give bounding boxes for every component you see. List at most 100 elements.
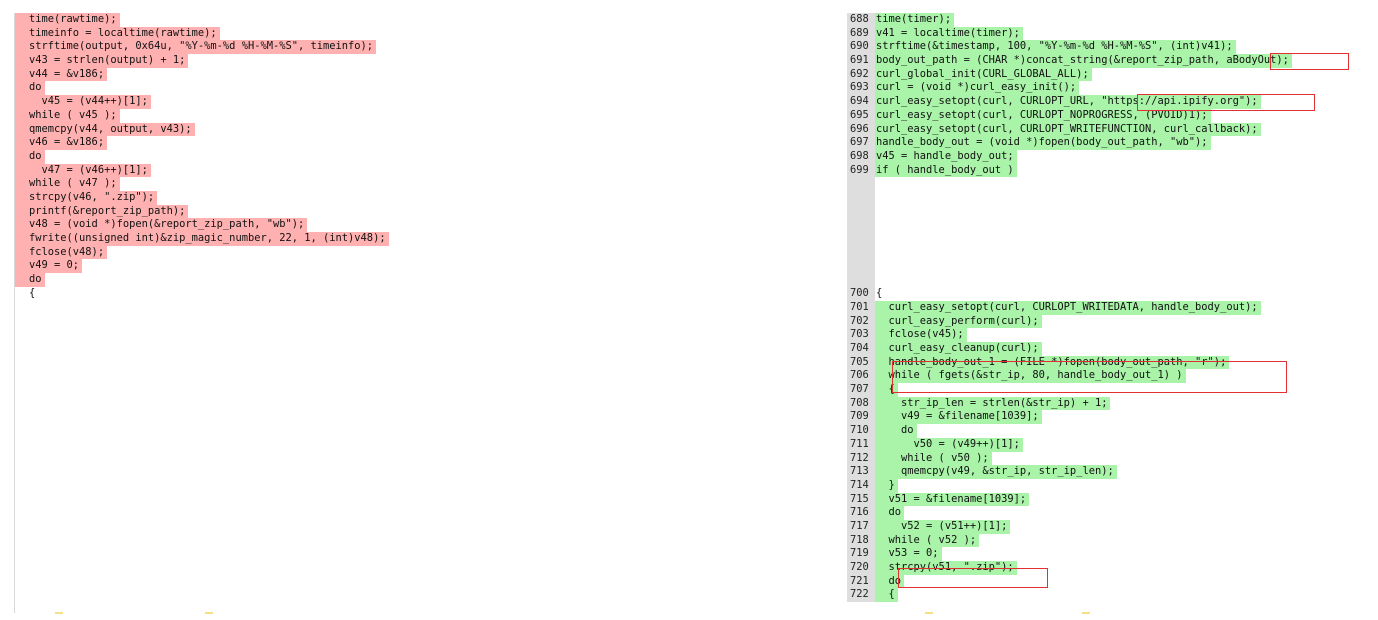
left-diff-pane[interactable]: time(rawtime); timeinfo = localtime(rawti… [14,13,435,613]
code-text: v49 = 0; [15,259,83,274]
line-number: 694 [847,95,875,109]
code-text: do [875,424,917,438]
code-text: curl = (void *)curl_easy_init(); [875,81,1080,96]
code-text: fclose(v45); [875,328,967,343]
code-line: 717 v52 = (v51++)[1]; [847,519,1378,534]
code-text: do [15,81,45,96]
code-text: } [875,478,898,493]
code-line: 689 v41 = localtime(timer); [847,26,1378,41]
line-number: 689 [847,26,875,41]
line-number: 696 [847,122,875,137]
code-text: strftime(&timestamp, 100, "%Y-%m-%d %H-%… [875,40,1236,55]
scroll-marker [1082,612,1090,614]
scroll-marker [925,612,933,614]
code-text: v45 = handle_body_out; [875,149,1017,164]
code-text: str_ip_len = strlen(&str_ip) + 1; [875,396,1111,411]
code-line: 715 v51 = &filename[1039]; [847,492,1378,507]
code-line: fclose(v48); [15,245,435,260]
code-text: curl_easy_setopt(curl, CURLOPT_WRITEFUNC… [875,122,1261,137]
code-text: curl_easy_perform(curl); [875,314,1042,329]
code-line: 709 v49 = &filename[1039]; [847,410,1378,425]
line-number: 700 [847,287,875,301]
line-number: 716 [847,506,875,520]
code-line: 722 { [847,588,1378,603]
code-text: strcpy(v46, ".zip"); [15,190,158,205]
code-line: 703 fclose(v45); [847,328,1378,343]
line-number: 699 [847,163,875,178]
line-number: 714 [847,478,875,493]
line-number: 711 [847,437,875,452]
code-text: body_out_path = (CHAR *)concat_string(&r… [875,54,1292,68]
line-number: 710 [847,424,875,438]
line-number: 720 [847,561,875,575]
code-line: 708 str_ip_len = strlen(&str_ip) + 1; [847,396,1378,411]
line-number: 717 [847,519,875,534]
code-text: v41 = localtime(timer); [875,26,1023,41]
code-text: printf(&report_zip_path); [15,204,189,219]
line-number: 707 [847,383,875,397]
line-number: 718 [847,533,875,548]
code-text: do [15,273,45,287]
code-line: time(rawtime); [15,13,435,27]
code-line: do [15,149,435,164]
line-number: 721 [847,574,875,589]
code-text: v52 = (v51++)[1]; [875,519,1011,534]
code-line: 701 curl_easy_setopt(curl, CURLOPT_WRITE… [847,300,1378,315]
code-line: fwrite((unsigned int)&zip_magic_number, … [15,232,435,246]
code-line: v47 = (v46++)[1]; [15,163,435,178]
code-line: 713 qmemcpy(v49, &str_ip, str_ip_len); [847,465,1378,479]
line-number: 701 [847,300,875,315]
line-number: 703 [847,328,875,343]
line-number: 722 [847,588,875,603]
code-line: v49 = 0; [15,259,435,274]
code-text: while ( v52 ); [875,533,980,548]
code-line: v46 = &v186; [15,136,435,150]
line-number: 692 [847,67,875,82]
code-line: 702 curl_easy_perform(curl); [847,314,1378,329]
line-number: 693 [847,81,875,96]
code-text: curl_global_init(CURL_GLOBAL_ALL); [875,67,1092,82]
line-number: 708 [847,396,875,411]
annotation-box-abodyout [1270,53,1349,70]
code-line: 710 do [847,424,1378,438]
code-line: v43 = strlen(output) + 1; [15,54,435,68]
line-number: 690 [847,40,875,55]
code-text: while ( v50 ); [875,451,992,466]
line-number: 698 [847,149,875,164]
annotation-box-fopen-fgets [892,361,1287,393]
code-text: v51 = &filename[1039]; [875,492,1030,507]
code-line: v44 = &v186; [15,67,435,82]
line-number: 695 [847,108,875,123]
code-text: strftime(output, 0x64u, "%Y-%m-%d %H-%M-… [15,40,377,55]
code-line: while ( v45 ); [15,108,435,123]
code-line: 711 v50 = (v49++)[1]; [847,437,1378,452]
code-line: strftime(output, 0x64u, "%Y-%m-%d %H-%M-… [15,40,435,55]
code-line: 697 handle_body_out = (void *)fopen(body_… [847,136,1378,150]
code-text: handle_body_out = (void *)fopen(body_out… [875,136,1211,150]
line-number: 709 [847,410,875,425]
code-line: 698 v45 = handle_body_out; [847,149,1378,164]
code-line: v48 = (void *)fopen(&report_zip_path, "w… [15,218,435,233]
line-number: 706 [847,369,875,384]
code-line: 700{ [847,287,1378,301]
code-text: while ( v45 ); [15,108,120,123]
code-text: do [15,149,45,164]
code-text: v49 = &filename[1039]; [875,410,1042,425]
right-diff-pane[interactable]: 688 time(timer); 689 v41 = localtime(timer)… [847,13,1378,613]
code-text: { [875,588,898,603]
code-line: 704 curl_easy_cleanup(curl); [847,342,1378,356]
code-text: v50 = (v49++)[1]; [875,437,1023,452]
code-line: 716 do [847,506,1378,520]
code-line: do [15,273,435,287]
annotation-box-url [1137,94,1315,111]
line-number: 719 [847,547,875,562]
code-text: v53 = 0; [875,547,942,562]
code-text: if ( handle_body_out ) [875,163,1017,178]
code-text: v45 = (v44++)[1]; [15,95,151,109]
annotation-box-strcpy [898,568,1048,588]
code-text: timeinfo = localtime(rawtime); [15,26,220,41]
code-line: 714 } [847,478,1378,493]
code-line: do [15,81,435,96]
code-text: do [875,506,905,520]
line-number: 702 [847,314,875,329]
